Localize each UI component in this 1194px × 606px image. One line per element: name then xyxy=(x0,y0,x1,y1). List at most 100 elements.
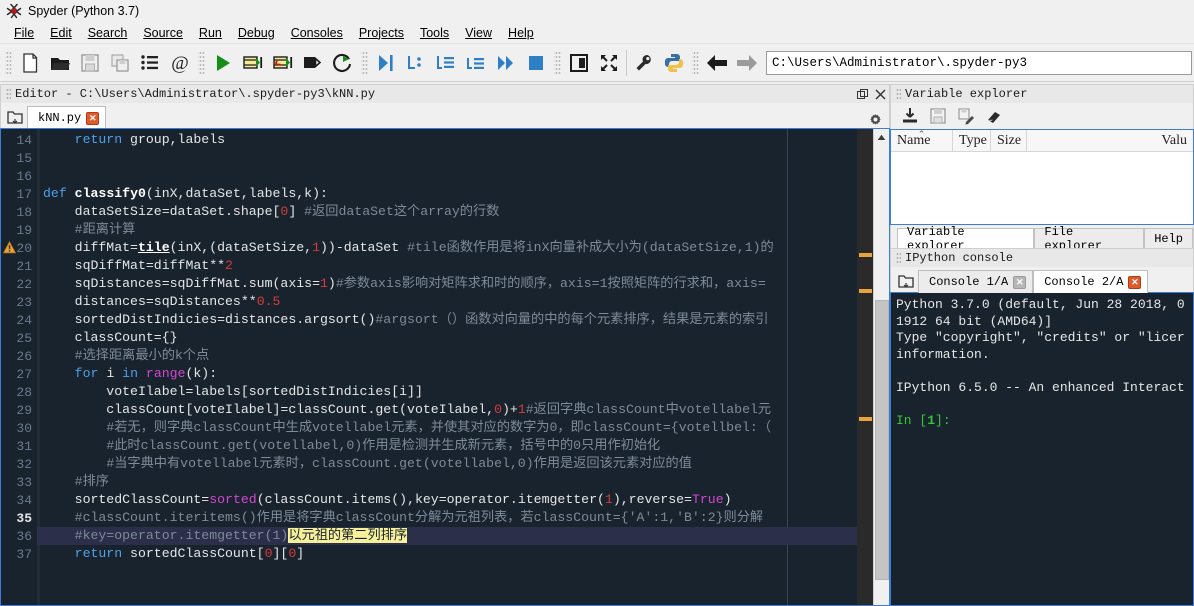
browse-tabs-icon[interactable] xyxy=(3,106,27,128)
column-header-name[interactable]: ⌃ Name xyxy=(891,129,953,151)
console-output[interactable]: Python 3.7.0 (default, Jun 28 2018, 0 19… xyxy=(890,292,1194,606)
menu-projects[interactable]: Projects xyxy=(351,24,412,42)
file-list-icon[interactable] xyxy=(135,48,165,78)
code-line[interactable]: dataSetSize=dataSet.shape[0] #返回dataSet这… xyxy=(37,203,873,221)
editor-tab-close-icon[interactable]: ✕ xyxy=(86,111,100,125)
toolbar-grip-2[interactable] xyxy=(198,49,205,76)
debug-stop-icon[interactable] xyxy=(521,48,551,78)
variable-explorer-table[interactable]: ⌃ Name Type Size Valu xyxy=(890,129,1194,225)
debug-step-over-icon[interactable] xyxy=(401,48,431,78)
toolbar-grip-3[interactable] xyxy=(361,49,368,76)
scroll-up-arrow-icon[interactable] xyxy=(874,129,890,145)
console-tab-2[interactable]: Console 2/A ✕ xyxy=(1033,270,1149,293)
save-data-as-icon[interactable] xyxy=(953,104,979,128)
tab-file-explorer[interactable]: File explorer xyxy=(1034,225,1145,253)
new-file-icon[interactable] xyxy=(15,48,45,78)
code-line[interactable]: sortedDistIndicies=distances.argsort()#a… xyxy=(37,311,873,329)
forward-arrow-icon[interactable] xyxy=(732,48,762,78)
menu-help[interactable]: Help xyxy=(500,24,542,42)
editor-pane-grip[interactable] xyxy=(6,87,11,101)
close-icon[interactable] xyxy=(871,86,889,103)
save-file-icon[interactable] xyxy=(75,48,105,78)
code-line[interactable]: return sortedClassCount[0][0] xyxy=(37,545,873,563)
code-line[interactable]: diffMat=tile(inX,(dataSetSize,1))-dataSe… xyxy=(37,239,873,257)
code-line[interactable]: sortedClassCount=sorted(classCount.items… xyxy=(37,491,873,509)
debug-continue-icon[interactable] xyxy=(491,48,521,78)
code-line[interactable]: classCount[voteIlabel]=classCount.get(vo… xyxy=(37,401,873,419)
at-sign-icon[interactable]: @ xyxy=(165,48,195,78)
code-text-area[interactable]: return group,labels def classify0(inX,da… xyxy=(37,129,873,605)
run-selection-icon[interactable] xyxy=(298,48,328,78)
code-line[interactable] xyxy=(37,149,873,167)
code-line[interactable]: distances=sqDistances**0.5 xyxy=(37,293,873,311)
code-line[interactable]: classCount={} xyxy=(37,329,873,347)
console-input-prompt[interactable]: In [1]: xyxy=(896,413,1193,430)
debug-step-return-icon[interactable] xyxy=(461,48,491,78)
menu-search[interactable]: Search xyxy=(80,24,136,42)
code-line[interactable]: voteIlabel=labels[sortedDistIndicies[i]] xyxy=(37,383,873,401)
reset-namespace-icon[interactable] xyxy=(981,104,1007,128)
debug-file-icon[interactable] xyxy=(371,48,401,78)
console-tab-2-close-icon[interactable]: ✕ xyxy=(1128,275,1142,289)
code-line[interactable]: #距离计算 xyxy=(37,221,873,239)
rerun-file-icon[interactable] xyxy=(328,48,358,78)
column-header-size[interactable]: Size xyxy=(991,130,1027,151)
scrollbar-track[interactable] xyxy=(873,145,889,605)
column-header-type[interactable]: Type xyxy=(953,130,991,151)
debug-step-into-icon[interactable] xyxy=(431,48,461,78)
variable-table-body[interactable] xyxy=(891,152,1193,224)
tab-variable-explorer[interactable]: Variable explorer xyxy=(897,225,1035,253)
code-lines[interactable]: return group,labels def classify0(inX,da… xyxy=(37,131,873,581)
working-directory-input[interactable]: C:\Users\Administrator\.spyder-py3 xyxy=(766,50,1192,75)
code-editor[interactable]: 14 15 16 17 18 19 20 21 22 23 24 25 26 2… xyxy=(0,128,890,606)
editor-tab-knn[interactable]: kNN.py ✕ xyxy=(27,106,107,129)
code-line[interactable]: #此时classCount.get(votellabel,0)作用是检测并生成新… xyxy=(37,437,873,455)
ipython-console-grip[interactable] xyxy=(896,251,901,265)
run-file-icon[interactable] xyxy=(208,48,238,78)
code-line[interactable]: #classCount.iteritems()作用是将字典classCount分… xyxy=(37,509,873,527)
code-line[interactable]: sqDistances=sqDiffMat.sum(axis=1)#参数axis… xyxy=(37,275,873,293)
toolbar-grip-4[interactable] xyxy=(554,49,561,76)
undock-icon[interactable] xyxy=(853,86,871,103)
warning-triangle-icon[interactable] xyxy=(2,240,17,254)
run-cell-icon[interactable] xyxy=(238,48,268,78)
code-line[interactable]: #当字典中有votellabel元素时，classCount.get(votel… xyxy=(37,455,873,473)
console-tab-1-close-icon[interactable]: ✕ xyxy=(1013,275,1027,289)
menu-consoles[interactable]: Consoles xyxy=(283,24,351,42)
code-line[interactable] xyxy=(37,167,873,185)
code-line[interactable]: #排序 xyxy=(37,473,873,491)
code-line[interactable] xyxy=(37,563,873,581)
scrollbar-thumb[interactable] xyxy=(874,300,889,580)
menu-file[interactable]: File xyxy=(6,24,42,42)
code-line[interactable]: sqDiffMat=diffMat**2 xyxy=(37,257,873,275)
code-line-current[interactable]: #key=operator.itemgetter(1)以元祖的第二列排序 xyxy=(37,527,873,545)
variable-explorer-grip[interactable] xyxy=(896,87,901,101)
tab-help[interactable]: Help xyxy=(1144,228,1193,248)
save-data-icon[interactable] xyxy=(925,104,951,128)
maximize-pane-icon[interactable] xyxy=(564,48,594,78)
options-gear-icon[interactable] xyxy=(866,111,884,128)
fullscreen-icon[interactable] xyxy=(594,48,624,78)
preferences-wrench-icon[interactable] xyxy=(629,48,659,78)
code-line[interactable]: return group,labels xyxy=(37,131,873,149)
code-line[interactable]: #选择距离最小的k个点 xyxy=(37,347,873,365)
toolbar-grip-5[interactable] xyxy=(692,49,699,76)
menu-edit[interactable]: Edit xyxy=(42,24,80,42)
run-cell-advance-icon[interactable] xyxy=(268,48,298,78)
column-header-value[interactable]: Valu xyxy=(1027,130,1193,151)
open-file-icon[interactable] xyxy=(45,48,75,78)
menu-debug[interactable]: Debug xyxy=(230,24,283,42)
toolbar-grip[interactable] xyxy=(5,49,12,76)
menu-view[interactable]: View xyxy=(457,24,500,42)
import-data-icon[interactable] xyxy=(897,104,923,128)
code-line[interactable]: #若无，则字典classCount中生成votellabel元素，并使其对应的数… xyxy=(37,419,873,437)
console-browse-tabs-icon[interactable] xyxy=(894,270,918,292)
code-line[interactable]: for i in range(k): xyxy=(37,365,873,383)
back-arrow-icon[interactable] xyxy=(702,48,732,78)
python-path-manager-icon[interactable] xyxy=(659,48,689,78)
code-line[interactable]: def classify0(inX,dataSet,labels,k): xyxy=(37,185,873,203)
menu-source[interactable]: Source xyxy=(135,24,191,42)
editor-vertical-scrollbar[interactable] xyxy=(873,129,889,605)
save-all-icon[interactable] xyxy=(105,48,135,78)
line-number-with-warning[interactable]: 20 xyxy=(1,239,37,257)
